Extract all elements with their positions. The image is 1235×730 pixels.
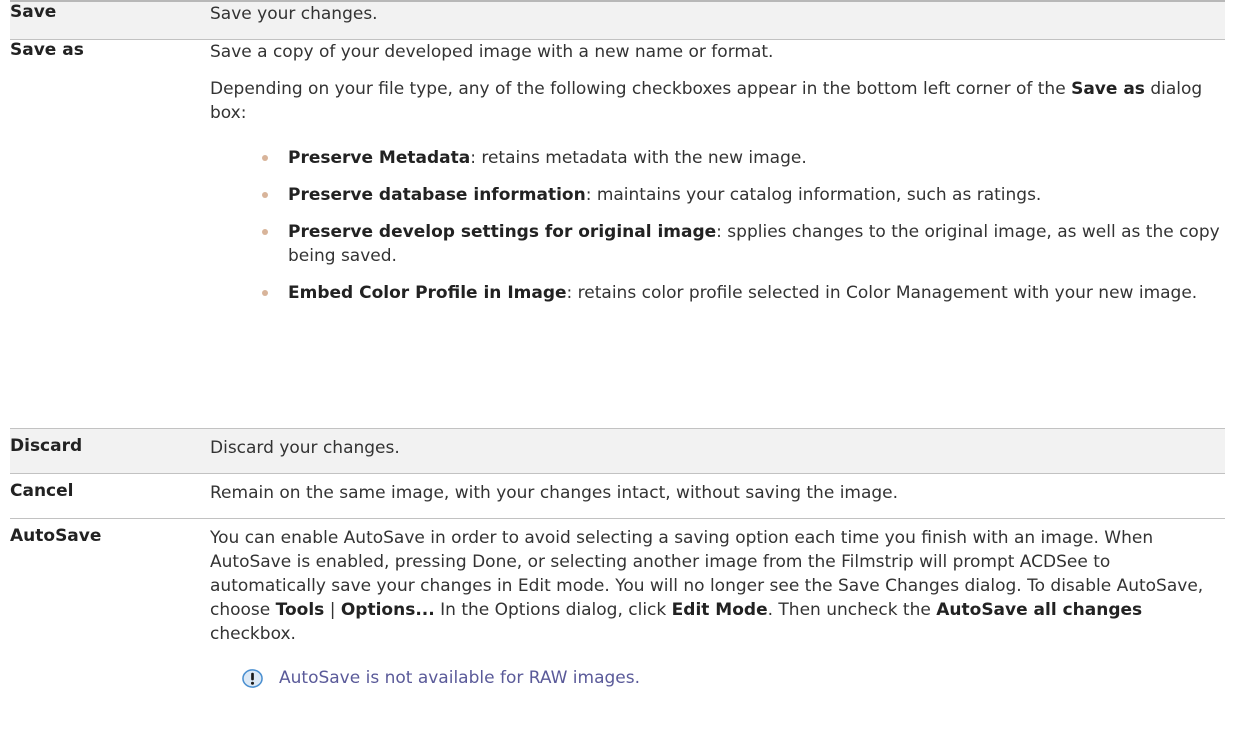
list-item-bold: Preserve database information bbox=[288, 185, 586, 205]
table-row-save-as: Save as Save a copy of your developed im… bbox=[10, 39, 1225, 429]
menu-options: Options... bbox=[340, 600, 435, 620]
table-row-autosave: AutoSave You can enable AutoSave in orde… bbox=[10, 518, 1225, 709]
options-table: Save Save your changes. Save as Save a c… bbox=[10, 0, 1225, 708]
desc-save-as-text: Save a copy of your developed image with… bbox=[210, 42, 774, 62]
menu-tools: Tools bbox=[275, 600, 325, 620]
list-item-text: : retains color profile selected in Colo… bbox=[566, 283, 1198, 303]
autosave-text: In the Options dialog, click bbox=[434, 600, 672, 620]
checkbox-list: Preserve Metadata: retains metadata with… bbox=[262, 146, 1225, 305]
list-item-bold: Embed Color Profile in Image bbox=[288, 283, 567, 303]
note-text: AutoSave is not available for RAW images… bbox=[279, 668, 640, 688]
save-as-intro: Depending on your file type, any of the … bbox=[210, 77, 1225, 125]
autosave-text: checkbox. bbox=[210, 624, 296, 644]
list-item-text: : maintains your catalog information, su… bbox=[585, 185, 1042, 205]
save-as-intro-text: Depending on your file type, any of the … bbox=[210, 79, 1072, 99]
edit-mode-label: Edit Mode bbox=[671, 600, 768, 620]
bullet-dot bbox=[262, 155, 268, 161]
note-info-icon bbox=[242, 668, 263, 688]
term-discard: Discard bbox=[10, 436, 83, 456]
desc-cancel-text: Remain on the same image, with your chan… bbox=[210, 483, 899, 503]
term-autosave: AutoSave bbox=[10, 526, 102, 546]
bullet-dot bbox=[262, 290, 268, 296]
list-item: Preserve Metadata: retains metadata with… bbox=[262, 146, 1225, 170]
autosave-text: . Then uncheck the bbox=[767, 600, 937, 620]
list-item-text: : retains metadata with the new image. bbox=[470, 148, 807, 168]
table-row-cancel: Cancel Remain on the same image, with yo… bbox=[10, 473, 1225, 519]
desc-autosave: You can enable AutoSave in order to avoi… bbox=[210, 519, 1225, 709]
desc-save-as: Save a copy of your developed image with… bbox=[210, 40, 1225, 429]
desc-cancel: Remain on the same image, with your chan… bbox=[210, 474, 1225, 519]
desc-save-text: Save your changes. bbox=[210, 4, 378, 24]
menu-separator: | bbox=[324, 600, 341, 620]
options-table-container: Save Save your changes. Save as Save a c… bbox=[10, 0, 1225, 708]
term-save: Save bbox=[10, 2, 57, 22]
list-item: Preserve develop settings for original i… bbox=[262, 220, 1225, 268]
save-as-intro-bold: Save as bbox=[1071, 79, 1145, 99]
desc-discard-text: Discard your changes. bbox=[210, 438, 400, 458]
bullet-dot bbox=[262, 229, 268, 235]
autosave-checkbox-label: AutoSave all changes bbox=[936, 600, 1143, 620]
note: AutoSave is not available for RAW images… bbox=[242, 666, 1225, 690]
table-row-save: Save Save your changes. bbox=[10, 1, 1225, 40]
table-row-discard: Discard Discard your changes. bbox=[10, 428, 1225, 474]
list-item-bold: Preserve develop settings for original i… bbox=[288, 222, 717, 242]
desc-save: Save your changes. bbox=[210, 1, 1225, 40]
list-item-bold: Preserve Metadata bbox=[288, 148, 471, 168]
bullet-dot bbox=[262, 192, 268, 198]
list-item: Preserve database information: maintains… bbox=[262, 183, 1225, 207]
term-save-as: Save as bbox=[10, 40, 84, 60]
term-cancel: Cancel bbox=[10, 481, 74, 501]
desc-discard: Discard your changes. bbox=[210, 429, 1225, 474]
autosave-paragraph: You can enable AutoSave in order to avoi… bbox=[210, 526, 1225, 646]
list-item: Embed Color Profile in Image: retains co… bbox=[262, 281, 1225, 305]
